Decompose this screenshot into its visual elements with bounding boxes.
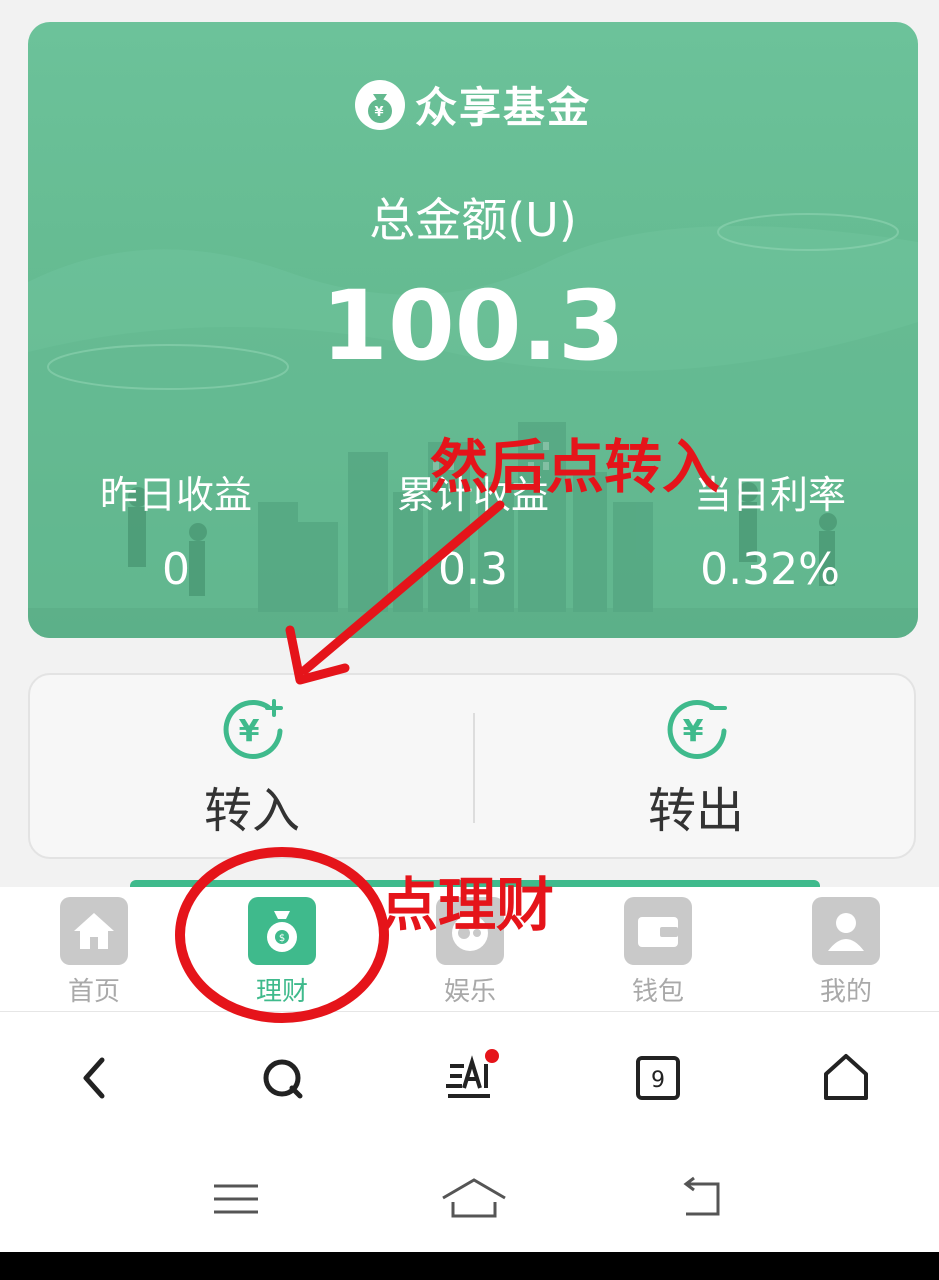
transfer-out-button[interactable]: ¥ 转出 bbox=[474, 675, 918, 861]
browser-home-button[interactable] bbox=[752, 1012, 939, 1152]
yesterday-income-label: 昨日收益 bbox=[99, 473, 252, 517]
yuan-plus-icon: ¥ bbox=[223, 699, 283, 759]
back-icon bbox=[83, 1057, 105, 1099]
browser-back-button[interactable] bbox=[0, 1012, 188, 1152]
tab-entertainment-label: 娱乐 bbox=[443, 977, 496, 1007]
money-bag-icon: $ bbox=[248, 897, 316, 965]
home-icon bbox=[824, 1054, 868, 1100]
annotation-arrow-note: 然后点转入 bbox=[430, 433, 721, 501]
tab-home-label: 首页 bbox=[67, 977, 120, 1007]
tab-wallet[interactable]: 钱包 bbox=[564, 887, 752, 1011]
search-icon bbox=[263, 1059, 303, 1099]
wallet-icon bbox=[624, 897, 692, 965]
system-back-button[interactable] bbox=[546, 1152, 859, 1252]
browser-search-button[interactable] bbox=[188, 1012, 376, 1152]
transfer-out-label: 转出 bbox=[647, 783, 744, 839]
browser-tabs-button[interactable]: 9 bbox=[564, 1012, 752, 1152]
fund-title: ¥ 众享基金 bbox=[28, 74, 918, 135]
svg-text:¥: ¥ bbox=[239, 714, 260, 749]
screen-bottom-edge bbox=[0, 1252, 939, 1280]
svg-text:$: $ bbox=[279, 933, 285, 944]
back-icon bbox=[683, 1176, 720, 1216]
fund-title-text: 众享基金 bbox=[414, 83, 591, 132]
fund-card: ¥ 众享基金 总金额(U) 100.3 昨日收益 累计收益 当日利率 0 0.3… bbox=[28, 22, 918, 638]
browser-toolbar: 9 bbox=[0, 1012, 939, 1152]
svg-text:¥: ¥ bbox=[374, 105, 385, 120]
home-icon bbox=[60, 897, 128, 965]
tab-home[interactable]: 首页 bbox=[0, 887, 188, 1011]
yuan-minus-icon: ¥ bbox=[667, 700, 727, 759]
tab-finance-label: 理财 bbox=[255, 977, 308, 1007]
annotation-circle-note: 点理财 bbox=[380, 871, 555, 939]
transfer-in-button[interactable]: ¥ 转入 bbox=[30, 675, 474, 861]
transfer-in-label: 转入 bbox=[203, 783, 300, 839]
cumulative-income-value: 0.3 bbox=[438, 544, 508, 595]
transfer-actions: ¥ 转入 ¥ 转出 bbox=[28, 673, 916, 859]
money-bag-icon: ¥ bbox=[354, 79, 405, 130]
user-icon bbox=[812, 897, 880, 965]
tab-profile[interactable]: 我的 bbox=[752, 887, 939, 1011]
system-navigation-bar bbox=[0, 1152, 939, 1252]
yesterday-income-value: 0 bbox=[162, 544, 190, 595]
total-amount-value: 100.3 bbox=[321, 270, 625, 382]
menu-icon bbox=[214, 1184, 258, 1214]
tab-wallet-label: 钱包 bbox=[631, 977, 684, 1007]
daily-rate-value: 0.32% bbox=[700, 544, 840, 595]
tab-profile-label: 我的 bbox=[819, 977, 872, 1007]
svg-text:¥: ¥ bbox=[683, 714, 704, 749]
tab-count: 9 bbox=[651, 1068, 665, 1093]
tabs-icon: 9 bbox=[636, 1056, 680, 1100]
tab-finance[interactable]: $ 理财 bbox=[188, 887, 376, 1011]
ai-icon bbox=[446, 1049, 499, 1098]
home-icon bbox=[442, 1178, 506, 1218]
browser-ai-button[interactable] bbox=[376, 1012, 564, 1152]
total-amount-label: 总金额(U) bbox=[369, 193, 577, 247]
